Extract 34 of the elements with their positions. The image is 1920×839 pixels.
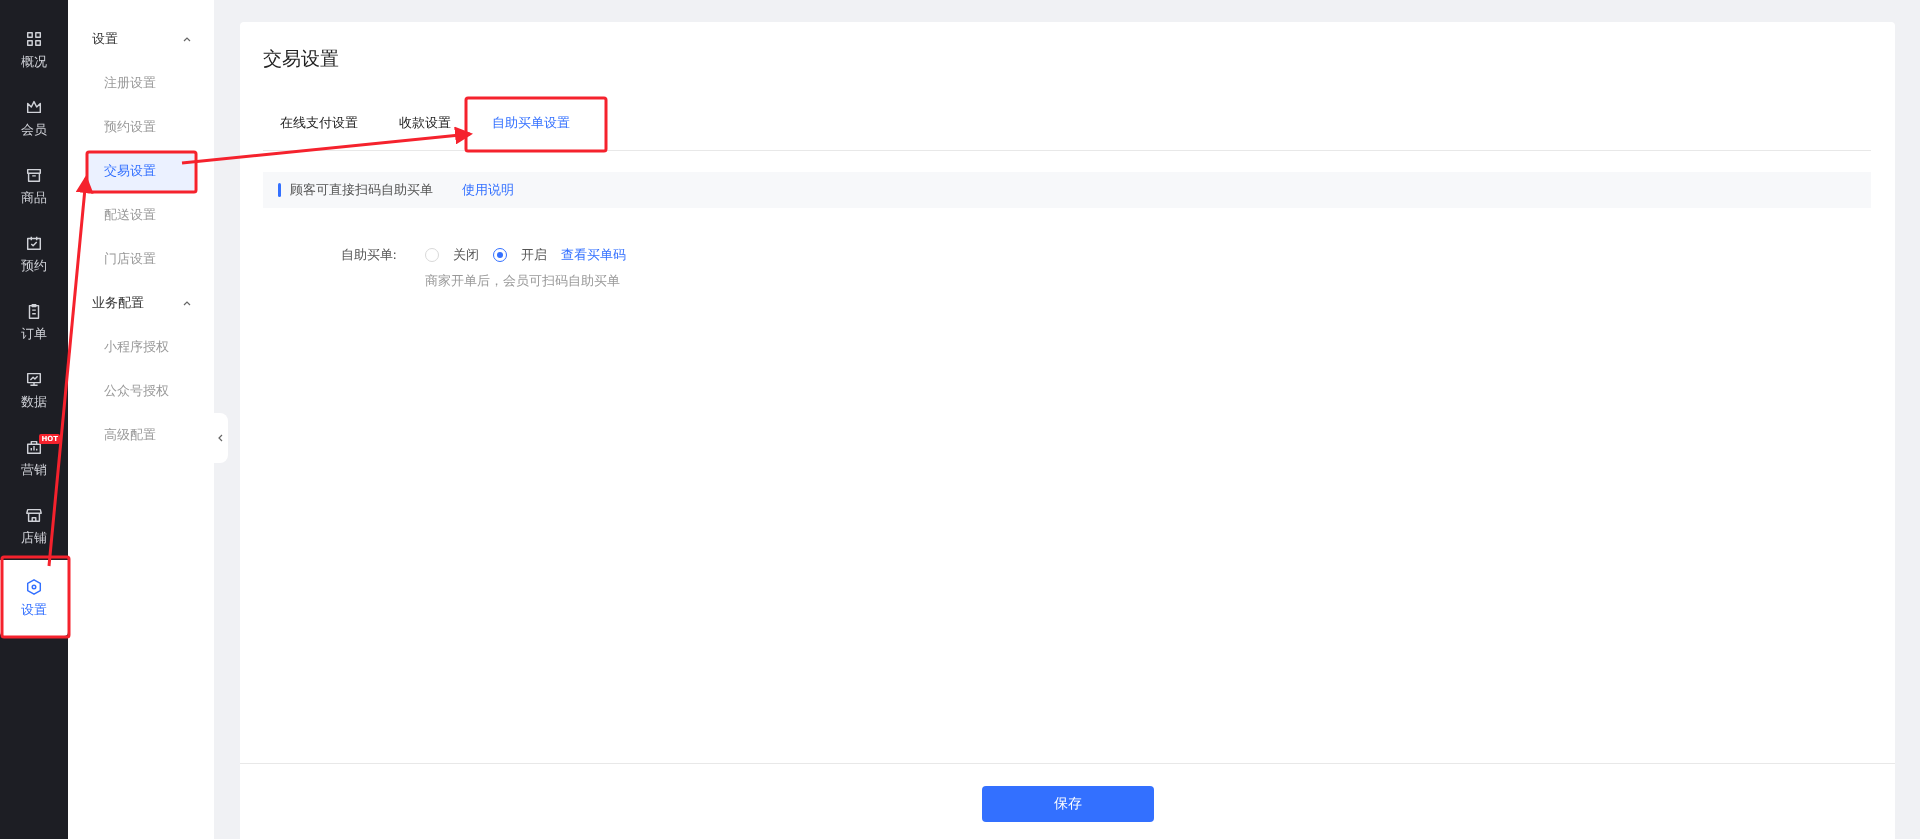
- nav-item[interactable]: 会员: [0, 84, 68, 152]
- nav-label: 会员: [21, 120, 47, 139]
- tab[interactable]: 在线支付设置: [263, 102, 372, 150]
- nav-label: 商品: [21, 188, 47, 207]
- nav-icon: [25, 577, 43, 596]
- nav-label: 概况: [21, 52, 47, 71]
- radio-option[interactable]: 关闭: [425, 246, 479, 264]
- nav-item[interactable]: 数据: [0, 356, 68, 424]
- nav-label: 营销: [21, 460, 47, 479]
- nav-label: 设置: [21, 600, 47, 619]
- nav-label: 店铺: [21, 528, 47, 547]
- view-code-link[interactable]: 查看买单码: [561, 246, 626, 264]
- notice-text: 顾客可直接扫码自助买单: [290, 181, 433, 199]
- nav-item[interactable]: 预约: [0, 220, 68, 288]
- page-title: 交易设置: [263, 46, 340, 71]
- help-link[interactable]: 使用说明: [462, 181, 514, 199]
- nav-label: 数据: [21, 392, 47, 411]
- nav-item[interactable]: 店铺: [0, 492, 68, 560]
- nav-icon: [25, 29, 43, 48]
- submenu-group-header[interactable]: 设置: [68, 17, 214, 61]
- nav-label: 预约: [21, 256, 47, 275]
- collapse-handle[interactable]: [214, 413, 228, 463]
- submenu-group-header[interactable]: 业务配置: [68, 281, 214, 325]
- tab[interactable]: 收款设置: [382, 102, 465, 150]
- tab[interactable]: 自助买单设置: [475, 102, 584, 150]
- save-button[interactable]: 保存: [981, 786, 1154, 822]
- nav-item[interactable]: 订单: [0, 288, 68, 356]
- radio-option[interactable]: 开启: [493, 246, 547, 264]
- nav-item[interactable]: 商品: [0, 152, 68, 220]
- hint-text: 商家开单后，会员可扫码自助买单: [425, 272, 621, 290]
- nav-item[interactable]: 概况: [0, 16, 68, 84]
- nav-item[interactable]: 设置: [0, 560, 68, 636]
- nav-label: 订单: [21, 324, 47, 343]
- field-label: 自助买单:: [339, 246, 398, 264]
